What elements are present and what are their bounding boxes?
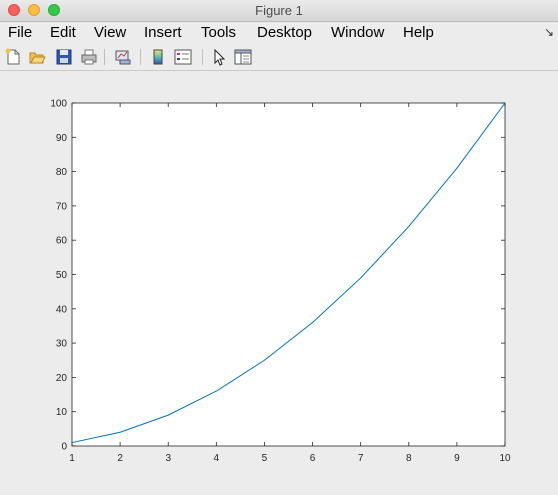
toolbar <box>0 44 558 71</box>
pointer-icon[interactable] <box>210 48 228 66</box>
toolbar-separator <box>140 49 141 65</box>
x-tick-label: 2 <box>117 453 123 464</box>
toolbar-separator <box>104 49 105 65</box>
print-icon[interactable] <box>80 48 98 66</box>
dock-arrow-icon[interactable]: ↘ <box>544 25 554 39</box>
menu-desktop[interactable]: Desktop <box>257 24 312 41</box>
window-titlebar: Figure 1 <box>0 0 558 22</box>
data-point[interactable] <box>455 166 459 170</box>
y-tick-label: 80 <box>56 167 68 178</box>
legend-icon[interactable] <box>174 48 192 66</box>
y-tick-label: 90 <box>56 133 68 144</box>
menu-tools[interactable]: Tools <box>201 24 236 41</box>
data-point[interactable] <box>503 101 507 105</box>
figure-canvas: 1 2 3 4 5 6 7 8 9 10 0 10 20 30 40 50 60 70 80 90 100 <box>0 71 558 490</box>
property-editor-icon[interactable] <box>234 48 252 66</box>
axes-box <box>71 102 506 447</box>
menu-insert[interactable]: Insert <box>144 24 182 41</box>
y-tick-label: 20 <box>56 373 68 384</box>
menu-bar: File Edit View Insert Tools Desktop Wind… <box>0 22 558 44</box>
y-tick-label: 30 <box>56 339 68 350</box>
link-plot-icon[interactable] <box>114 48 132 66</box>
save-icon[interactable] <box>55 48 73 66</box>
data-point[interactable] <box>407 224 411 228</box>
open-file-icon[interactable] <box>28 48 46 66</box>
data-point[interactable] <box>311 321 315 325</box>
menu-window[interactable]: Window <box>331 24 384 41</box>
x-tick-label: 9 <box>454 453 460 464</box>
menu-edit[interactable]: Edit <box>50 24 76 41</box>
data-point[interactable] <box>70 441 74 445</box>
window-title: Figure 1 <box>255 3 303 18</box>
data-point[interactable] <box>359 276 363 280</box>
data-point[interactable] <box>166 413 170 417</box>
y-tick-label: 100 <box>50 99 67 110</box>
toolbar-separator <box>202 49 203 65</box>
x-tick-label: 8 <box>406 453 412 464</box>
x-tick-label: 3 <box>165 453 171 464</box>
x-tick-label: 10 <box>499 453 511 464</box>
data-point[interactable] <box>214 389 218 393</box>
x-tick-label: 7 <box>358 453 364 464</box>
x-tick-label: 1 <box>69 453 75 464</box>
y-tick-label: 40 <box>56 304 68 315</box>
colorbar-icon[interactable] <box>149 48 167 66</box>
menu-help[interactable]: Help <box>403 24 434 41</box>
y-tick-label: 60 <box>56 236 68 247</box>
menu-file[interactable]: File <box>8 24 32 41</box>
data-point[interactable] <box>262 358 266 362</box>
y-tick-label: 70 <box>56 201 68 212</box>
x-tick-label: 4 <box>214 453 220 464</box>
new-figure-icon[interactable] <box>4 48 22 66</box>
x-tick-label: 6 <box>310 453 316 464</box>
y-tick-label: 50 <box>56 270 68 281</box>
x-tick-label: 5 <box>262 453 268 464</box>
menu-view[interactable]: View <box>94 24 126 41</box>
data-point[interactable] <box>118 430 122 434</box>
y-tick-label: 10 <box>56 407 68 418</box>
y-tick-label: 0 <box>61 442 67 453</box>
line-chart[interactable]: 1 2 3 4 5 6 7 8 9 100102030405060708090100 <box>0 71 558 490</box>
